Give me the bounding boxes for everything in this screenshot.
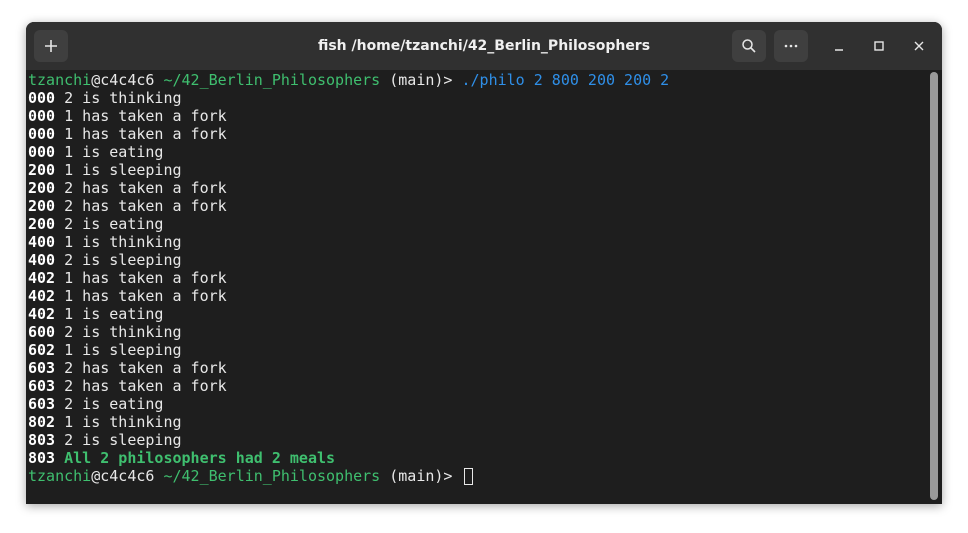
output-line: 000 1 has taken a fork bbox=[28, 107, 926, 125]
log-message: 1 is thinking bbox=[55, 233, 182, 251]
prompt-branch: (main)> bbox=[380, 71, 462, 89]
prompt-host: @c4c4c6 bbox=[91, 467, 155, 485]
log-message: 2 has taken a fork bbox=[55, 197, 227, 215]
output-line: 603 2 has taken a fork bbox=[28, 359, 926, 377]
output-line: 603 2 is eating bbox=[28, 395, 926, 413]
close-icon bbox=[914, 41, 924, 51]
active-prompt-line[interactable]: tzanchi@c4c4c6 ~/42_Berlin_Philosophers … bbox=[28, 467, 926, 485]
prompt-cwd: ~/42_Berlin_Philosophers bbox=[154, 467, 381, 485]
log-message: 2 is thinking bbox=[55, 89, 182, 107]
output-line: 603 2 has taken a fork bbox=[28, 377, 926, 395]
output-line: 402 1 has taken a fork bbox=[28, 287, 926, 305]
timestamp: 602 bbox=[28, 341, 56, 359]
output-line: 200 2 has taken a fork bbox=[28, 197, 926, 215]
timestamp: 400 bbox=[28, 233, 56, 251]
search-icon bbox=[742, 39, 756, 53]
timestamp: 603 bbox=[28, 395, 56, 413]
log-message: 1 has taken a fork bbox=[55, 125, 227, 143]
timestamp: 000 bbox=[28, 143, 56, 161]
output-line: 000 1 is eating bbox=[28, 143, 926, 161]
log-message: 2 has taken a fork bbox=[55, 179, 227, 197]
timestamp: 802 bbox=[28, 413, 56, 431]
final-message: All 2 philosophers had 2 meals bbox=[55, 449, 336, 467]
prompt-line: tzanchi@c4c4c6 ~/42_Berlin_Philosophers … bbox=[28, 71, 926, 89]
log-message: 1 is thinking bbox=[55, 413, 182, 431]
log-message: 2 is thinking bbox=[55, 323, 182, 341]
timestamp: 603 bbox=[28, 377, 56, 395]
timestamp: 402 bbox=[28, 305, 56, 323]
timestamp: 000 bbox=[28, 107, 56, 125]
output-line: 402 1 is eating bbox=[28, 305, 926, 323]
timestamp: 402 bbox=[28, 269, 56, 287]
log-message: 1 is sleeping bbox=[55, 341, 182, 359]
output-line: 402 1 has taken a fork bbox=[28, 269, 926, 287]
prompt-host: @c4c4c6 bbox=[91, 71, 155, 89]
output-line: 000 2 is thinking bbox=[28, 89, 926, 107]
final-output-line: 803 All 2 philosophers had 2 meals bbox=[28, 449, 926, 467]
output-line: 803 2 is sleeping bbox=[28, 431, 926, 449]
log-message: 1 is eating bbox=[55, 305, 164, 323]
log-message: 1 is sleeping bbox=[55, 161, 182, 179]
close-button[interactable] bbox=[907, 34, 931, 58]
timestamp: 402 bbox=[28, 287, 56, 305]
timestamp: 603 bbox=[28, 359, 56, 377]
minimize-icon bbox=[835, 49, 843, 51]
timestamp: 200 bbox=[28, 161, 56, 179]
log-message: 1 has taken a fork bbox=[55, 269, 227, 287]
maximize-icon bbox=[874, 41, 884, 51]
log-message: 2 is sleeping bbox=[55, 431, 182, 449]
command-text: ./philo 2 800 200 200 2 bbox=[461, 71, 670, 89]
ellipsis-icon bbox=[784, 44, 798, 48]
timestamp: 200 bbox=[28, 197, 56, 215]
text-cursor bbox=[463, 468, 473, 485]
output-line: 200 2 has taken a fork bbox=[28, 179, 926, 197]
log-message: 2 is eating bbox=[55, 215, 164, 233]
output-line: 600 2 is thinking bbox=[28, 323, 926, 341]
output-log: 000 2 is thinking 000 1 has taken a fork 0… bbox=[28, 89, 926, 449]
prompt-cwd: ~/42_Berlin_Philosophers bbox=[154, 71, 381, 89]
timestamp: 000 bbox=[28, 89, 56, 107]
log-message: 2 has taken a fork bbox=[55, 377, 227, 395]
minimize-button[interactable] bbox=[827, 34, 851, 58]
timestamp: 200 bbox=[28, 179, 56, 197]
prompt-user: tzanchi bbox=[28, 467, 92, 485]
output-line: 200 1 is sleeping bbox=[28, 161, 926, 179]
timestamp: 600 bbox=[28, 323, 56, 341]
prompt-user: tzanchi bbox=[28, 71, 92, 89]
prompt-branch: (main)> bbox=[380, 467, 462, 485]
menu-button[interactable] bbox=[774, 30, 808, 62]
terminal-window: fish /home/tzanchi/42_Berlin_Philosopher… bbox=[26, 22, 942, 504]
output-line: 000 1 has taken a fork bbox=[28, 125, 926, 143]
output-line: 200 2 is eating bbox=[28, 215, 926, 233]
log-message: 1 has taken a fork bbox=[55, 107, 227, 125]
terminal-output[interactable]: tzanchi@c4c4c6 ~/42_Berlin_Philosophers … bbox=[28, 70, 926, 504]
log-message: 1 has taken a fork bbox=[55, 287, 227, 305]
output-line: 400 2 is sleeping bbox=[28, 251, 926, 269]
title-bar: fish /home/tzanchi/42_Berlin_Philosopher… bbox=[26, 22, 942, 70]
maximize-button[interactable] bbox=[867, 34, 891, 58]
output-line: 802 1 is thinking bbox=[28, 413, 926, 431]
log-message: 2 has taken a fork bbox=[55, 359, 227, 377]
log-message: 1 is eating bbox=[55, 143, 164, 161]
timestamp: 803 bbox=[28, 431, 56, 449]
log-message: 2 is sleeping bbox=[55, 251, 182, 269]
output-line: 400 1 is thinking bbox=[28, 233, 926, 251]
timestamp: 000 bbox=[28, 125, 56, 143]
timestamp: 200 bbox=[28, 215, 56, 233]
timestamp: 400 bbox=[28, 251, 56, 269]
log-message: 2 is eating bbox=[55, 395, 164, 413]
timestamp: 803 bbox=[28, 449, 56, 467]
output-line: 602 1 is sleeping bbox=[28, 341, 926, 359]
search-button[interactable] bbox=[732, 30, 766, 62]
scrollbar[interactable] bbox=[930, 72, 938, 500]
